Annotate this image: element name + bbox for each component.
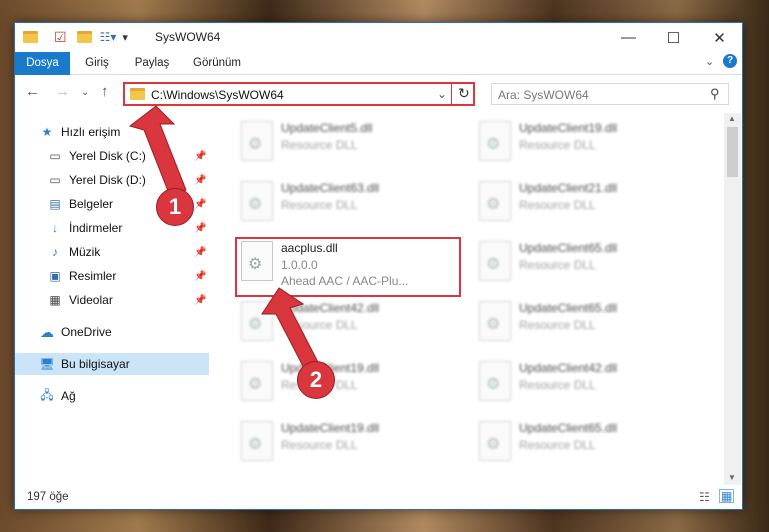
annotation-arrows <box>128 105 321 373</box>
arrow-to-address-bar <box>128 105 187 197</box>
step-marker-1: 1 <box>156 188 194 226</box>
step-marker-2: 2 <box>297 361 335 399</box>
arrow-to-aacplus-file <box>261 287 321 373</box>
